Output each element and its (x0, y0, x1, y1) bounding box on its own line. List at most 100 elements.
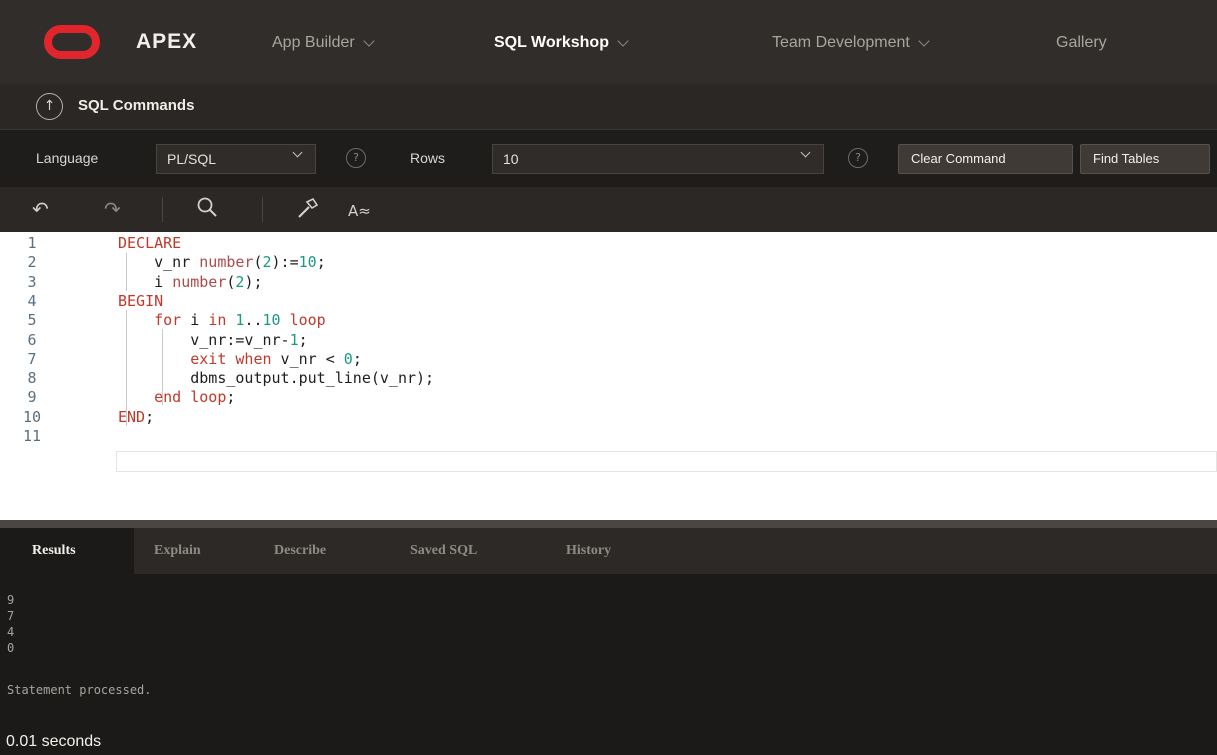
tab-describe[interactable]: Describe (274, 528, 326, 574)
code-line[interactable]: 7 exit when v_nr < 0; (0, 350, 1217, 369)
tab-explain[interactable]: Explain (154, 528, 201, 574)
output-line: 7 (7, 609, 15, 623)
chevron-down-icon (800, 147, 811, 158)
code-token: ; (226, 388, 236, 407)
code-token: number (199, 253, 254, 272)
line-number: 9 (27, 388, 37, 407)
nav-item-label: App Builder (272, 34, 355, 51)
toolbar-divider (162, 197, 163, 222)
code-line[interactable]: 3 i number(2); (0, 273, 1217, 292)
code-text: exit when v_nr < 0; (118, 350, 362, 369)
code-token: 10 (298, 253, 317, 272)
find-tables-button[interactable]: Find Tables (1080, 144, 1210, 174)
code-token: for (154, 311, 182, 330)
status-message: Statement processed. (7, 683, 152, 697)
chevron-down-icon (617, 34, 629, 47)
undo-icon[interactable]: ↶ (32, 197, 49, 221)
line-number: 2 (27, 253, 37, 272)
rows-value: 10 (503, 151, 519, 167)
code-token: ( (253, 253, 263, 272)
code-text: i number(2); (118, 272, 263, 292)
rows-label: Rows (410, 150, 446, 166)
code-token: BEGIN (118, 291, 164, 310)
code-line[interactable]: 6 v_nr:=v_nr-1; (0, 331, 1217, 350)
nav-item-label: Team Development (772, 34, 910, 51)
code-token: v_nr (118, 253, 200, 272)
code-token: 0 (343, 349, 353, 368)
code-token: i (181, 311, 209, 330)
code-token: ; (352, 349, 362, 368)
code-line[interactable]: 1 DECLARE (0, 234, 1217, 253)
nav-team-development[interactable]: Team Development (772, 34, 930, 52)
code-token: ; (145, 407, 155, 426)
code-line[interactable]: 9 end loop; (0, 388, 1217, 407)
search-icon[interactable] (196, 196, 218, 223)
code-token: DECLARE (118, 234, 182, 252)
language-select[interactable]: PL/SQL (156, 144, 316, 174)
code-line[interactable]: 2 v_nr number(2):=10; (0, 253, 1217, 272)
line-number: 10 (22, 407, 42, 426)
code-line[interactable]: 5 for i in 1..10 loop (0, 311, 1217, 330)
brand-name[interactable]: APEX (136, 30, 197, 54)
nav-sql-workshop[interactable]: SQL Workshop (494, 34, 629, 52)
code-token: loop (289, 311, 326, 330)
code-text: v_nr:=v_nr-1; (118, 330, 308, 350)
code-line[interactable]: 11 (0, 427, 1217, 446)
code-text: DECLARE (118, 234, 181, 253)
command-options-bar: Language PL/SQL ? Rows 10 ? Clear Comman… (0, 129, 1217, 187)
code-token: dbms_output.put_line(v_nr); (118, 369, 435, 388)
rows-help-icon[interactable]: ? (848, 148, 868, 168)
code-line[interactable]: 4 BEGIN (0, 292, 1217, 311)
hammer-icon[interactable] (296, 196, 320, 225)
code-text: for i in 1..10 loop (118, 311, 326, 330)
code-token: 2 (262, 253, 272, 272)
code-text: BEGIN (118, 292, 163, 311)
code-token: ); (244, 272, 263, 291)
arrow-up-circle-icon[interactable]: ↑ (36, 93, 63, 120)
nav-app-builder[interactable]: App Builder (272, 34, 375, 52)
language-help-icon[interactable]: ? (346, 148, 366, 168)
code-token: 1 (289, 330, 299, 349)
code-editor[interactable]: 1 DECLARE 2 v_nr number(2):=10; 3 i number(… (0, 232, 1217, 520)
code-token: ; (298, 330, 308, 349)
redo-icon[interactable]: ↷ (104, 197, 121, 221)
code-token: v_nr:=v_nr- (118, 330, 290, 349)
editor-toolbar: ↶ ↷ A≈ (0, 187, 1217, 232)
pane-splitter[interactable] (0, 520, 1217, 528)
clear-command-button[interactable]: Clear Command (898, 144, 1073, 174)
active-line-highlight (116, 451, 1217, 472)
code-text: END; (118, 408, 154, 427)
rows-select[interactable]: 10 (492, 144, 824, 174)
code-line[interactable]: 8 dbms_output.put_line(v_nr); (0, 369, 1217, 388)
oracle-logo-icon[interactable] (44, 25, 100, 59)
line-number: 6 (27, 330, 37, 349)
line-number: 3 (27, 272, 37, 291)
code-token: number (172, 272, 227, 291)
toolbar-divider (262, 197, 263, 222)
line-number: 4 (27, 291, 37, 310)
language-label: Language (36, 150, 99, 166)
code-text: end loop; (118, 388, 235, 407)
results-output: 9 7 4 0 Statement processed. 0.01 second… (0, 574, 1217, 755)
line-number: 7 (27, 349, 37, 368)
tab-saved-sql[interactable]: Saved SQL (410, 528, 477, 574)
tab-history[interactable]: History (566, 528, 611, 574)
code-line[interactable]: 10 END; (0, 408, 1217, 427)
tab-results[interactable]: Results (0, 528, 134, 574)
page-title: SQL Commands (78, 97, 195, 114)
breadcrumb: ↑ SQL Commands (0, 84, 1217, 129)
top-navigation: APEX App Builder SQL Workshop Team Devel… (0, 0, 1217, 84)
code-token: END (118, 407, 146, 426)
code-token: exit (190, 349, 227, 368)
language-value: PL/SQL (167, 151, 217, 167)
code-token: end (154, 388, 182, 407)
autocomplete-toggle[interactable]: A≈ (348, 199, 371, 223)
nav-item-label: Gallery (1056, 34, 1107, 51)
nav-gallery[interactable]: Gallery (1056, 34, 1107, 52)
code-token: i (118, 272, 173, 291)
code-token: loop (190, 388, 227, 407)
line-number: 5 (27, 311, 37, 330)
chevron-down-icon (918, 34, 930, 47)
